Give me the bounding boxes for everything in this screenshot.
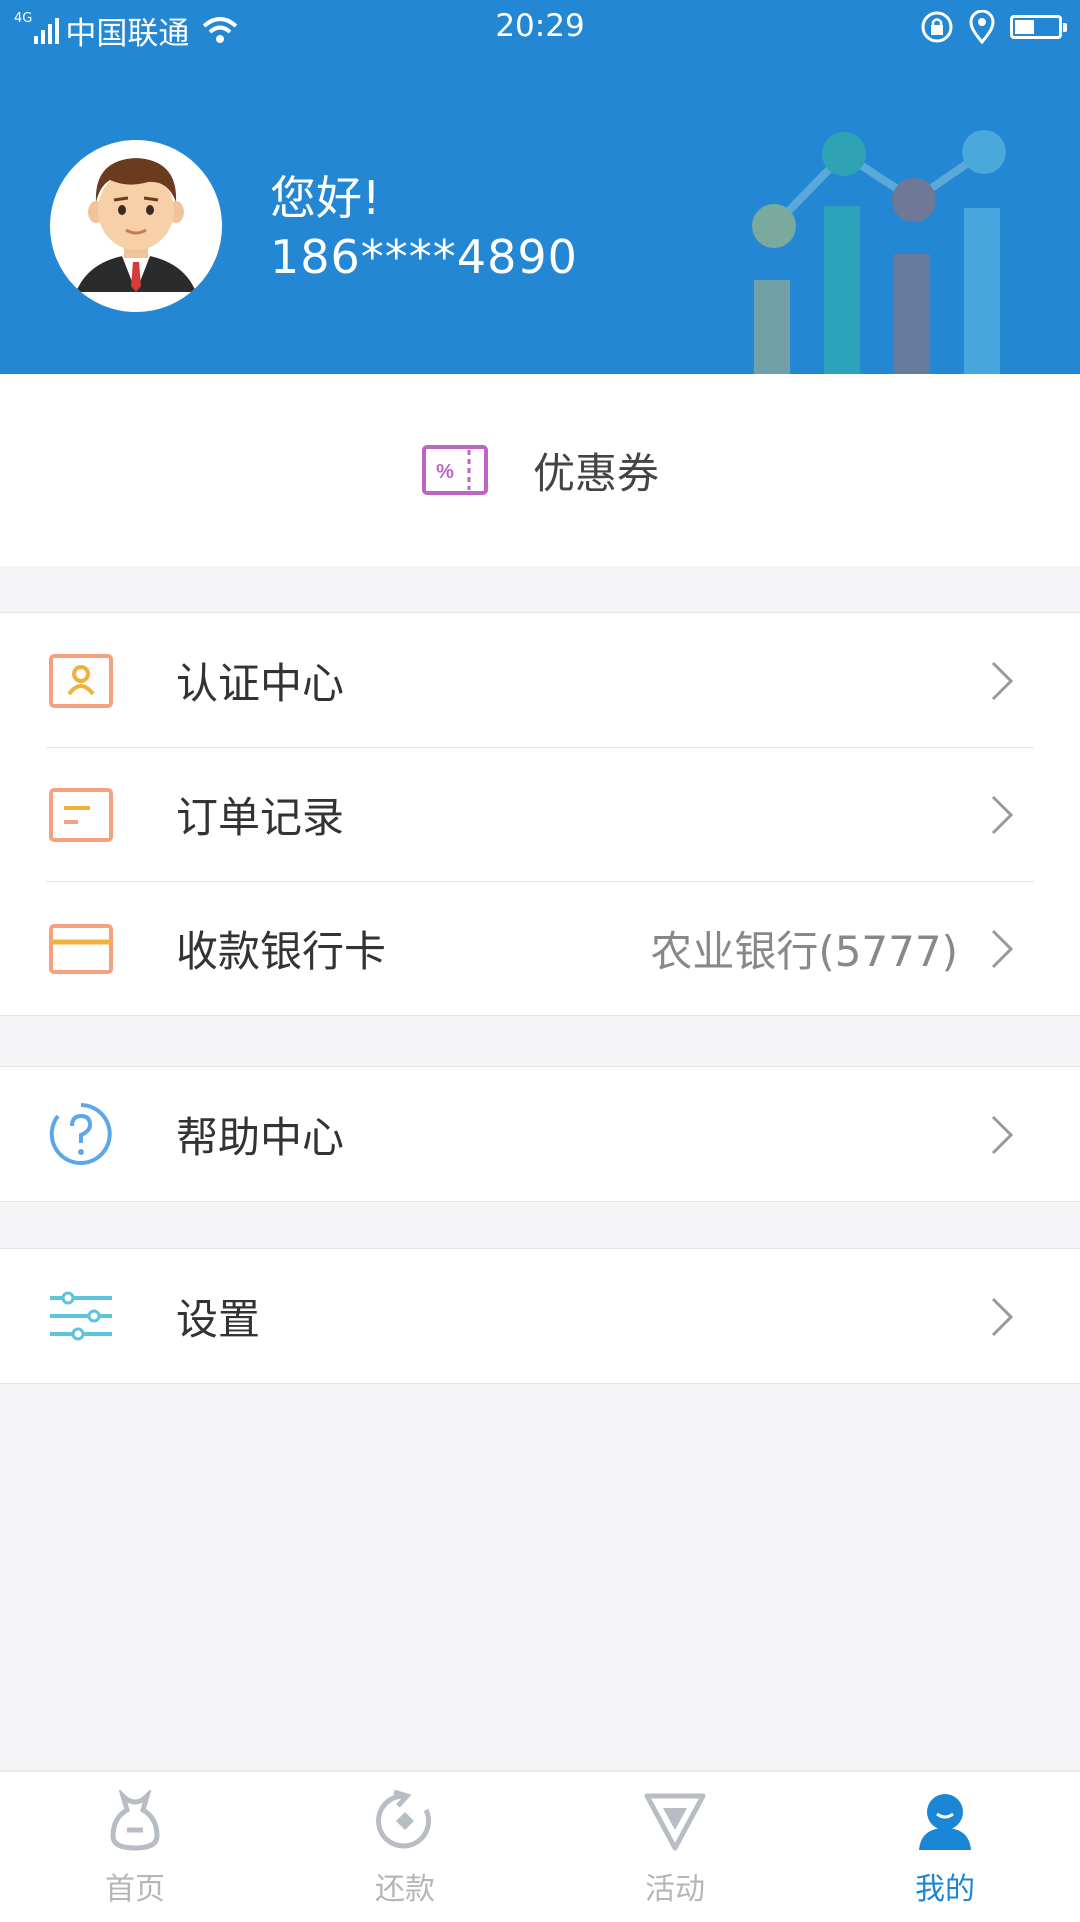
chevron-right-icon [991,795,1014,835]
order-list-icon [49,788,113,842]
home-bag-icon [110,1790,160,1851]
id-card-icon [49,654,113,708]
chevron-right-icon [991,929,1014,969]
menu-item-label: 帮助中心 [176,1112,345,1162]
greeting-text: 您好! [270,171,381,225]
bottom-tab-bar: 首页 还款 活动 我的 [0,1770,1080,1922]
repay-icon [376,1790,432,1849]
tab-activity[interactable]: 活动 [540,1772,810,1922]
status-bar: 4G 中国联通 20:29 [0,0,1080,56]
menu-group-help: 帮助中心 [0,1066,1080,1202]
rotation-lock-icon [921,11,953,43]
menu-item-bank-card[interactable]: 收款银行卡 农业银行(5777) [0,881,1080,1015]
help-icon [49,1103,112,1165]
bank-card-value: 农业银行(5777) [650,926,958,976]
menu-group-account: 认证中心 订单记录 收款银行卡 农业银行(5777) [0,612,1080,1016]
chart-decoration-icon [752,130,1006,374]
menu-item-label: 设置 [176,1294,261,1344]
menu-item-settings[interactable]: 设置 [0,1249,1080,1383]
menu-item-help[interactable]: 帮助中心 [0,1067,1080,1201]
svg-text:%: % [436,461,454,483]
battery-icon [1010,15,1067,39]
menu-item-verification[interactable]: 认证中心 [0,613,1080,747]
profile-header: 4G 中国联通 20:29 您好! 186****4890 [0,0,1080,374]
chevron-right-icon [991,1297,1014,1337]
tab-label: 首页 [105,1872,165,1907]
tab-profile[interactable]: 我的 [810,1772,1080,1922]
activity-icon [644,1793,706,1851]
phone-number: 186****4890 [270,230,578,284]
tab-home[interactable]: 首页 [0,1772,270,1922]
menu-item-label: 收款银行卡 [176,926,387,976]
location-icon [969,10,995,44]
tab-repay[interactable]: 还款 [270,1772,540,1922]
coupon-icon: % [421,445,488,495]
avatar[interactable] [50,140,222,312]
tab-label: 还款 [375,1872,435,1907]
chevron-right-icon [991,1115,1014,1155]
tab-label: 活动 [645,1872,705,1907]
menu-group-settings: 设置 [0,1248,1080,1384]
menu-item-label: 订单记录 [176,792,345,842]
chevron-right-icon [991,661,1014,701]
coupon-label: 优惠券 [532,448,659,498]
menu-item-label: 认证中心 [176,658,345,708]
menu-item-orders[interactable]: 订单记录 [0,747,1080,881]
profile-icon [919,1794,971,1850]
coupon-entry[interactable]: % 优惠券 [0,374,1080,566]
clock: 20:29 [495,8,585,44]
tab-label: 我的 [915,1872,975,1907]
bank-card-icon [49,924,113,974]
settings-sliders-icon [50,1291,112,1341]
